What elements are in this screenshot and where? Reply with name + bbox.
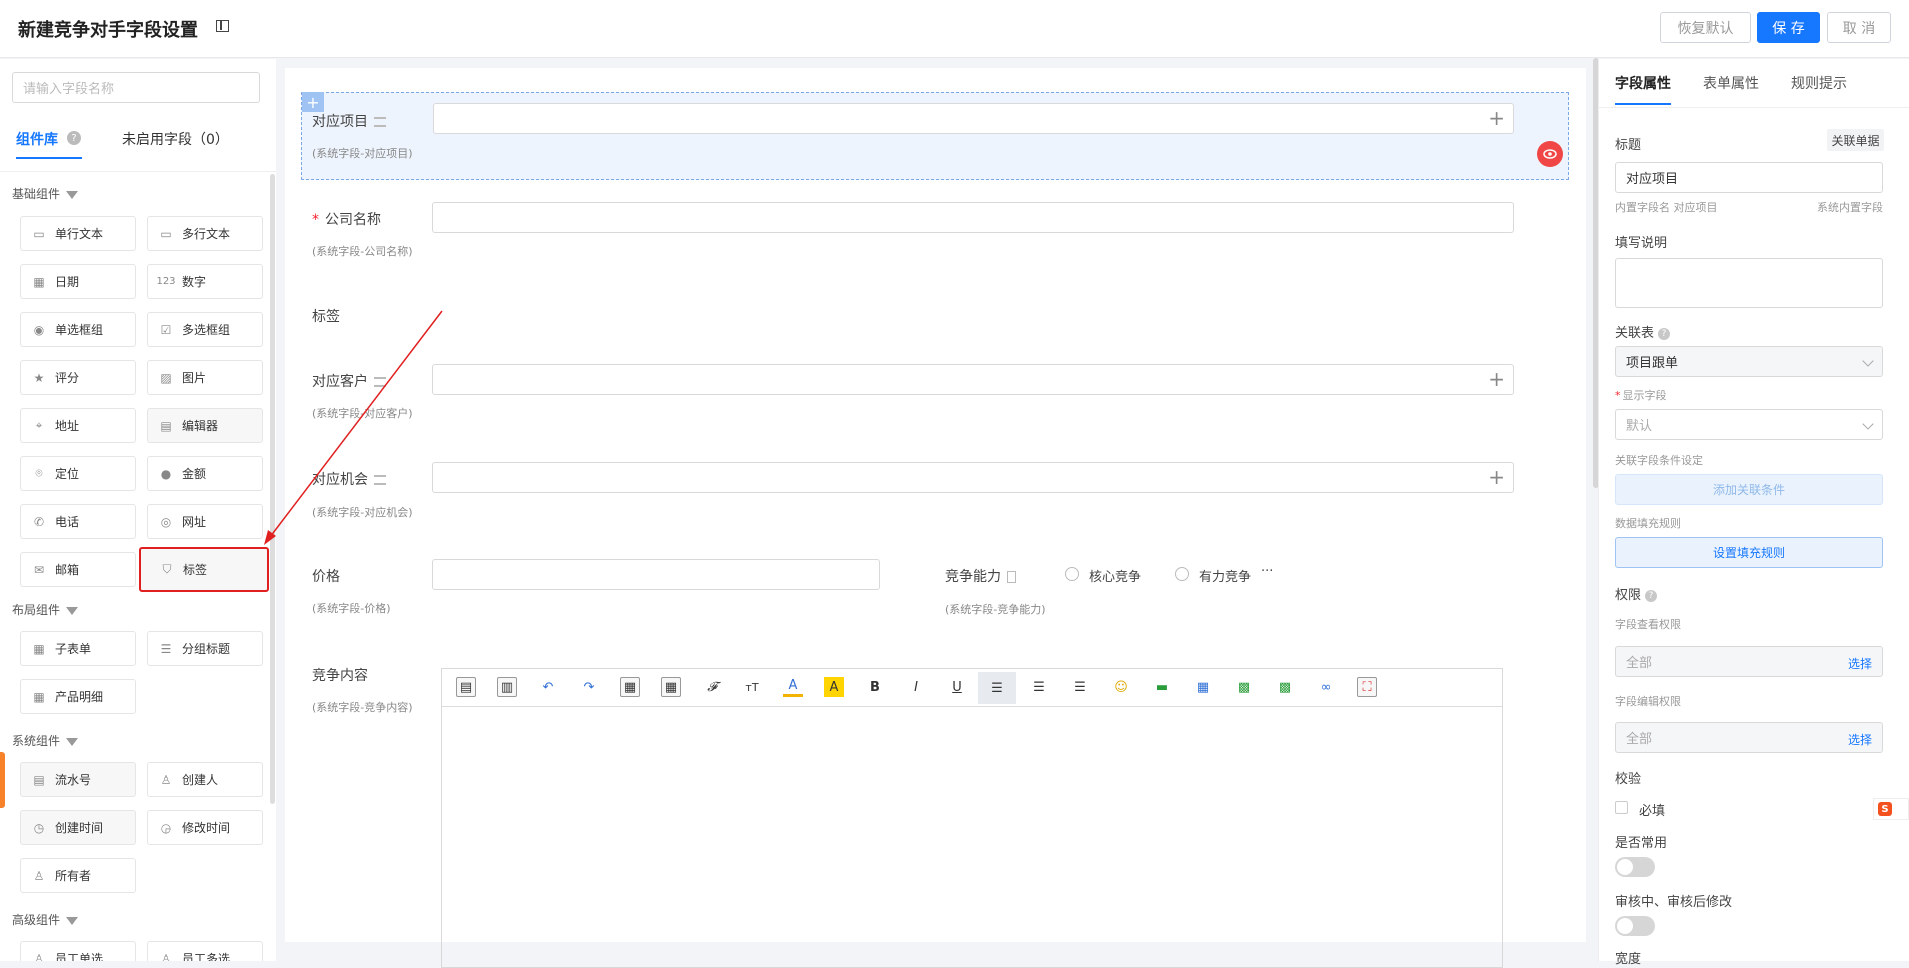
required-mark: * <box>1615 389 1621 402</box>
internal-field-name: 内置字段名 对应项目 <box>1615 201 1718 214</box>
validate-label: 校验 <box>1615 772 1642 787</box>
required-checkbox-label[interactable]: 必填 <box>1639 800 1665 819</box>
display-field-label: * 显示字段 <box>1615 387 1667 403</box>
tab-underline <box>1615 103 1671 105</box>
choose-view-permission-link[interactable]: 选择 <box>1848 655 1872 672</box>
title-label: 标题 <box>1615 138 1642 153</box>
view-permission-input[interactable]: 全部 选择 <box>1615 646 1883 677</box>
edit-permission-label: 字段编辑权限 <box>1615 695 1681 708</box>
chevron-down-icon <box>1862 355 1874 367</box>
tab-field-properties[interactable]: 字段属性 <box>1615 73 1671 93</box>
select-value: 默认 <box>1626 419 1653 434</box>
title-input[interactable]: 对应项目 <box>1615 162 1883 193</box>
permission-label: 权限? <box>1615 584 1658 603</box>
cond-label: 关联字段条件设定 <box>1615 454 1703 467</box>
description-label: 填写说明 <box>1615 236 1668 251</box>
label-text: 权限 <box>1615 588 1642 603</box>
description-textarea[interactable] <box>1615 258 1883 308</box>
properties-panel: 字段属性 表单属性 规则提示 标题 关联单据 对应项目 内置字段名 对应项目 系… <box>1598 59 1909 967</box>
input-value: 全部 <box>1626 656 1653 671</box>
relate-table-label: 关联表? <box>1615 322 1671 341</box>
chevron-down-icon <box>1862 418 1874 430</box>
system-builtin-text: 系统内置字段 <box>1817 201 1883 214</box>
help-icon[interactable]: ? <box>1645 589 1658 602</box>
input-value: 全部 <box>1626 732 1653 747</box>
select-value: 项目跟单 <box>1626 356 1679 371</box>
required-checkbox[interactable] <box>1615 801 1628 814</box>
fill-rule-label: 数据填充规则 <box>1615 517 1681 530</box>
tab-form-properties[interactable]: 表单属性 <box>1703 73 1759 93</box>
help-icon[interactable]: ? <box>1658 327 1671 340</box>
common-label: 是否常用 <box>1615 836 1668 851</box>
choose-edit-permission-link[interactable]: 选择 <box>1848 731 1872 748</box>
tab-rule-hints[interactable]: 规则提示 <box>1791 73 1847 93</box>
set-fill-rule-button[interactable]: 设置填充规则 <box>1615 537 1883 568</box>
add-condition-button[interactable]: 添加关联条件 <box>1615 474 1883 505</box>
sogou-ime-icon: S <box>1878 802 1892 816</box>
label-text: 关联表 <box>1615 326 1655 341</box>
width-label: 宽度 <box>1615 952 1642 967</box>
ime-widget[interactable]: S <box>1873 798 1909 820</box>
common-toggle[interactable] <box>1615 857 1655 877</box>
divider <box>1599 107 1909 108</box>
label-text: 显示字段 <box>1622 389 1667 402</box>
audit-edit-label: 审核中、审核后修改 <box>1615 895 1733 910</box>
view-permission-label: 字段查看权限 <box>1615 618 1681 631</box>
edit-permission-input[interactable]: 全部 选择 <box>1615 722 1883 753</box>
display-field-select[interactable]: 默认 <box>1615 409 1883 440</box>
audit-edit-toggle[interactable] <box>1615 916 1655 936</box>
relate-document-button[interactable]: 关联单据 <box>1827 129 1884 151</box>
relate-table-select[interactable]: 项目跟单 <box>1615 346 1883 377</box>
